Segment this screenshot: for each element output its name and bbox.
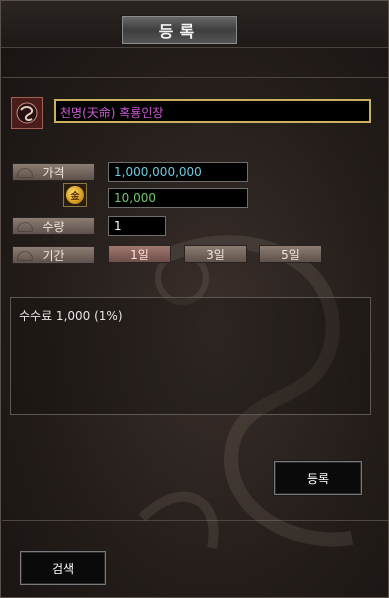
duration-option-1day[interactable]: 1일 [108,245,171,263]
item-name-field: 천명(天命) 혹룡인장 [54,99,371,123]
ornament-icon [17,168,33,178]
title-bar[interactable]: 등록 [1,1,388,48]
quantity-input[interactable]: 1 [108,216,166,236]
register-window: 등록 천명(天命) 혹룡인장 가격 1,000,000,000 金 10,000… [0,0,389,598]
coin-price-input[interactable]: 10,000 [108,188,248,208]
fee-text: 수수료 1,000 (1%) [19,309,123,323]
register-button[interactable]: 등록 [274,461,362,495]
quantity-label-text: 수량 [42,219,65,234]
fee-info-box: 수수료 1,000 (1%) [10,297,371,415]
gold-coin-icon: 金 [63,183,87,207]
ornament-icon [17,222,33,232]
duration-label: 기간 [12,246,95,264]
duration-label-text: 기간 [42,248,65,263]
search-button[interactable]: 검색 [20,551,106,585]
price-input[interactable]: 1,000,000,000 [108,162,248,182]
duration-option-3day[interactable]: 3일 [184,245,247,263]
duration-option-5day[interactable]: 5일 [259,245,322,263]
dragon-seal-icon[interactable] [11,97,43,129]
ornament-icon [17,251,33,261]
coin-glyph: 金 [66,186,84,204]
quantity-label: 수량 [12,217,95,235]
price-label: 가격 [12,163,95,181]
price-label-text: 가격 [42,165,65,180]
window-title: 등록 [121,15,238,45]
